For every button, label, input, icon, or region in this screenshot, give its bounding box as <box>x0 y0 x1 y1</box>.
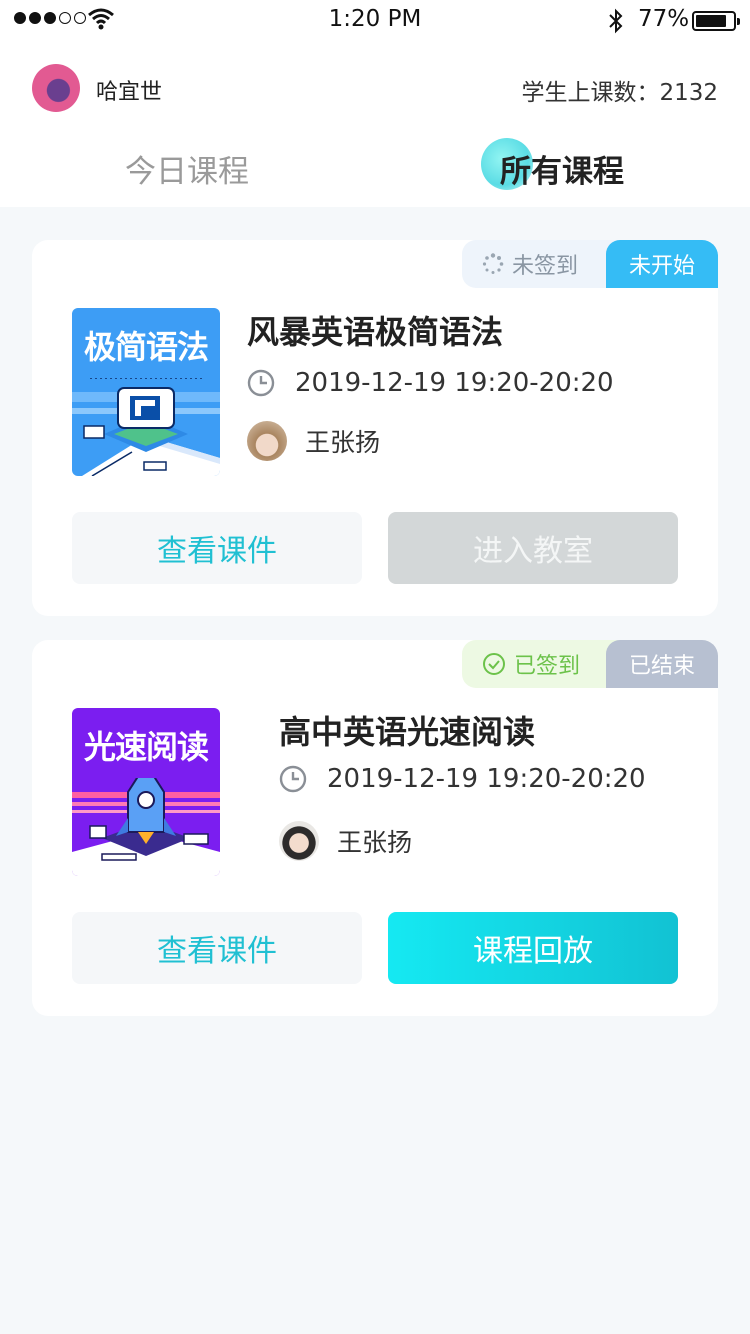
course-replay-button[interactable]: 课程回放 <box>388 912 678 984</box>
teacher-row: 王张扬 <box>247 421 380 461</box>
course-time-row: 2019-12-19 19:20-20:20 <box>247 368 614 398</box>
course-card[interactable]: 未签到 未开始 极简语法 风暴英语极简语法 2019-12-19 19:20-2… <box>32 240 718 616</box>
battery-icon <box>692 11 740 31</box>
teacher-row: 王张扬 <box>279 821 412 861</box>
course-title: 高中英语光速阅读 <box>279 713 536 751</box>
view-courseware-button[interactable]: 查看课件 <box>72 512 362 584</box>
teacher-avatar <box>279 821 319 861</box>
clock-icon <box>279 765 307 793</box>
course-time-row: 2019-12-19 19:20-20:20 <box>279 764 646 794</box>
cover-title: 光速阅读 <box>83 728 209 766</box>
lesson-count-value: 2132 <box>659 80 718 106</box>
teacher-avatar <box>247 421 287 461</box>
clock-icon <box>247 369 275 397</box>
course-cover-image: 光速阅读 <box>72 708 220 876</box>
lesson-count: 学生上课数：2132 <box>521 73 718 107</box>
course-title: 风暴英语极简语法 <box>247 313 504 351</box>
tab-all-courses[interactable]: 所有课程 <box>500 146 624 191</box>
teacher-name: 王张扬 <box>337 828 413 857</box>
class-status-badge: 未开始 <box>606 240 718 288</box>
grammar-illustration-icon <box>72 378 220 476</box>
battery-percent: 77% <box>638 6 690 32</box>
user-avatar[interactable] <box>32 64 80 112</box>
header: 哈宜世 学生上课数：2132 今日课程 所有课程 <box>0 42 750 207</box>
tab-today-courses[interactable]: 今日课程 <box>125 146 249 191</box>
user-name: 哈宜世 <box>96 80 163 105</box>
course-card[interactable]: 已签到 已结束 光速阅读 高中英语光速阅读 2019-12-19 19:20-2… <box>32 640 718 1016</box>
enter-classroom-button[interactable]: 进入教室 <box>388 512 678 584</box>
cover-title: 极简语法 <box>83 328 209 366</box>
checkin-status-badge: 未签到 <box>462 240 622 288</box>
status-bar: 1:20 PM 77% <box>0 0 750 42</box>
course-time: 2019-12-19 19:20-20:20 <box>295 368 614 398</box>
view-courseware-button[interactable]: 查看课件 <box>72 912 362 984</box>
course-cover-image: 极简语法 <box>72 308 220 476</box>
lesson-count-label: 学生上课数： <box>521 80 660 106</box>
checkin-status-badge: 已签到 <box>462 640 622 688</box>
check-circle-icon <box>482 652 506 676</box>
checkin-status-text: 已签到 <box>514 654 581 679</box>
rocket-illustration-icon <box>72 778 220 876</box>
teacher-name: 王张扬 <box>305 428 381 457</box>
class-status-badge: 已结束 <box>606 640 718 688</box>
loading-spinner-icon <box>482 253 504 275</box>
checkin-status-text: 未签到 <box>512 254 579 279</box>
course-time: 2019-12-19 19:20-20:20 <box>327 764 646 794</box>
bluetooth-icon <box>606 8 626 38</box>
